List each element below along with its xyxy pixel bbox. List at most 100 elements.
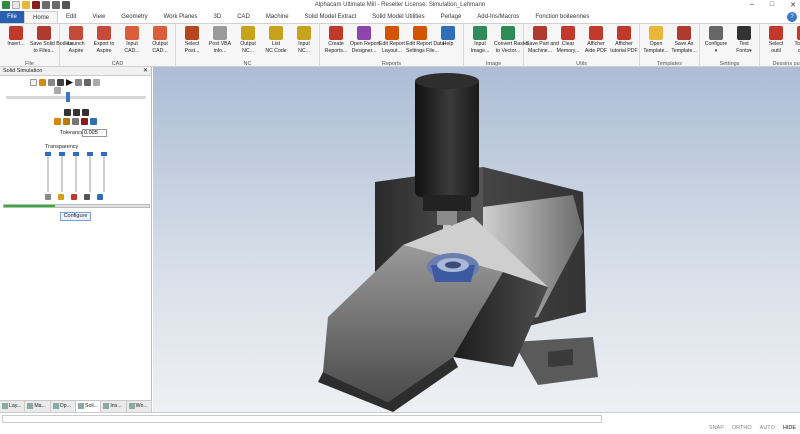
step-back-icon[interactable] <box>48 79 55 86</box>
save-part-and-machine-button[interactable]: Save Part and Machine... <box>526 26 559 58</box>
tab-add-ins-macros[interactable]: Add-Ins/Macros <box>469 11 527 23</box>
post-vba-icon <box>213 26 227 40</box>
step-forward-icon[interactable] <box>75 79 82 86</box>
select-post-button[interactable]: Select Post... <box>178 26 206 58</box>
tab-fonction-boiteennes[interactable]: Fonction boiteennes <box>527 11 597 23</box>
ribbon-button-label: Launch <box>67 41 85 47</box>
text-fonts-button[interactable]: Text Fonts▾ <box>730 26 758 58</box>
configure-button[interactable]: Configure ▾ <box>702 26 730 58</box>
select-outil-button[interactable]: Select outil <box>762 26 790 58</box>
auto-toggle[interactable]: AUTO <box>760 425 775 431</box>
transparency-slider-stock[interactable] <box>45 152 51 192</box>
simulation-icon[interactable] <box>39 79 46 86</box>
panel-tab-layers[interactable]: Lay... <box>0 401 26 412</box>
create-reports-button[interactable]: Create Reports... <box>322 26 350 58</box>
settings-icon[interactable] <box>93 79 100 86</box>
save-state-icon[interactable] <box>81 118 88 125</box>
edit-report-data-settings-file-button[interactable]: Edit Report Data Settings File... <box>406 26 444 58</box>
compare-icon[interactable] <box>90 118 97 125</box>
tab-3d[interactable]: 3D <box>206 11 230 23</box>
close-button[interactable]: ✕ <box>790 1 796 9</box>
stop-icon[interactable] <box>57 79 64 86</box>
save-solid-bodies-to-files-button[interactable]: Save Solid Bodies to Files... <box>30 26 72 58</box>
tab-view[interactable]: View <box>84 11 113 23</box>
tolerance-input[interactable] <box>82 129 107 137</box>
save-as-template-button[interactable]: Save As Template... <box>670 26 698 58</box>
launch-aspire-button[interactable]: Launch Aspire <box>62 26 90 58</box>
ribbon-button-label: Designer... <box>351 48 377 54</box>
input-cad-button[interactable]: Input CAD... <box>118 26 146 58</box>
tab-geometry[interactable]: Geometry <box>113 11 155 23</box>
tab-cad[interactable]: CAD <box>229 11 258 23</box>
transparency-slider-part[interactable] <box>59 152 65 192</box>
tab-perlage[interactable]: Perlage <box>433 11 470 23</box>
select-tool-icon <box>769 26 783 40</box>
work-planes-icon <box>128 402 135 409</box>
convert-raster-to-vector-button[interactable]: Convert Raster to Vector... <box>494 26 529 58</box>
insert-button[interactable]: Insert... <box>2 26 30 58</box>
post-vba-info-button[interactable]: Post VBA info... <box>206 26 234 58</box>
status-bar: SNAP ORTHO AUTO HIDE <box>0 412 800 434</box>
ribbon-button-label: Template... <box>643 48 669 54</box>
afficher-tutorial-pdf-button[interactable]: Afficher tutorial PDF <box>610 26 638 58</box>
output-cad-button[interactable]: Output CAD... <box>146 26 174 58</box>
input-image-button[interactable]: Input Image... <box>466 26 494 58</box>
scrubber-knob[interactable] <box>66 92 70 102</box>
open-report-designer-button[interactable]: Open Report Designer... <box>350 26 380 58</box>
forward-icon[interactable] <box>82 109 89 116</box>
panel-close-button[interactable]: ✕ <box>143 67 148 76</box>
panel-tab-work-planes[interactable]: Wo... <box>127 401 152 412</box>
panel-tab-operations[interactable]: Op... <box>51 401 76 412</box>
pdf-tutorial-icon <box>617 26 631 40</box>
snap-toggle[interactable]: SNAP <box>709 425 724 431</box>
afficher-aide-pdf-button[interactable]: Afficher Aide PDF <box>582 26 610 58</box>
configure-button[interactable]: Configure <box>60 212 91 221</box>
list-nc-code-button[interactable]: List NC Code <box>262 26 290 58</box>
help-icon[interactable]: ? <box>787 12 797 22</box>
open-template-button[interactable]: Open Template... <box>642 26 670 58</box>
simulation-scrubber[interactable] <box>6 92 146 102</box>
tool-holder <box>437 211 457 225</box>
tous-les-outils-button[interactable]: Tous lesoutils <box>790 26 800 58</box>
camera-icon[interactable] <box>72 118 79 125</box>
output-nc-button[interactable]: Output NC... <box>234 26 262 58</box>
tab-machine[interactable]: Machine <box>258 11 297 23</box>
panel-tabs: Lay... Ma... Op... Soli... Ins... Wo... <box>0 400 152 412</box>
list-icon[interactable] <box>73 109 80 116</box>
transparency-slider-tool[interactable] <box>101 152 107 192</box>
speed-icon[interactable] <box>54 87 61 94</box>
edit-report-layout-button[interactable]: Edit Report Layout... <box>378 26 406 58</box>
panel-tab-solid-simulation[interactable]: Soli... <box>75 401 102 412</box>
3d-viewport[interactable] <box>153 67 800 412</box>
ribbon-button-label: NC Code <box>265 48 287 54</box>
panel-tab-machine[interactable]: Ma... <box>25 401 51 412</box>
help-button[interactable]: Help <box>434 26 462 58</box>
edit-report-data-icon <box>413 26 427 40</box>
transparency-slider-machine[interactable] <box>87 152 93 192</box>
tab-home[interactable]: Home <box>24 11 59 23</box>
export-to-aspire-button[interactable]: Export to Aspire <box>90 26 118 58</box>
stock-view-icon[interactable] <box>63 118 70 125</box>
view-mode-icon[interactable] <box>54 118 61 125</box>
restart-icon[interactable] <box>30 79 37 86</box>
tab-work-planes[interactable]: Work Planes <box>156 11 206 23</box>
ortho-toggle[interactable]: ORTHO <box>732 425 752 431</box>
tab-solid-model-extract[interactable]: Solid Model Extract <box>297 11 365 23</box>
hide-toggle[interactable]: HIDE <box>783 425 796 431</box>
ribbon-button-label: List <box>271 41 281 47</box>
minimize-button[interactable]: – <box>750 1 754 9</box>
input-nc-icon <box>297 26 311 40</box>
maximize-button[interactable]: □ <box>770 1 774 9</box>
command-line[interactable] <box>2 415 602 423</box>
clear-memory-button[interactable]: Clear Memory... <box>554 26 582 58</box>
tab-solid-model-utilities[interactable]: Solid Model Utilities <box>364 11 432 23</box>
play-icon[interactable] <box>66 79 73 86</box>
transparency-slider-fixture[interactable] <box>73 152 79 192</box>
end-icon[interactable] <box>84 79 91 86</box>
input-nc-button[interactable]: Input NC... <box>290 26 318 58</box>
tab-edit[interactable]: Edit <box>58 11 84 23</box>
tab-file[interactable]: File <box>0 11 24 23</box>
ribbon-button-label: Aide PDF <box>584 48 608 54</box>
panel-tab-insert[interactable]: Ins... <box>101 401 127 412</box>
rewind-icon[interactable] <box>64 109 71 116</box>
